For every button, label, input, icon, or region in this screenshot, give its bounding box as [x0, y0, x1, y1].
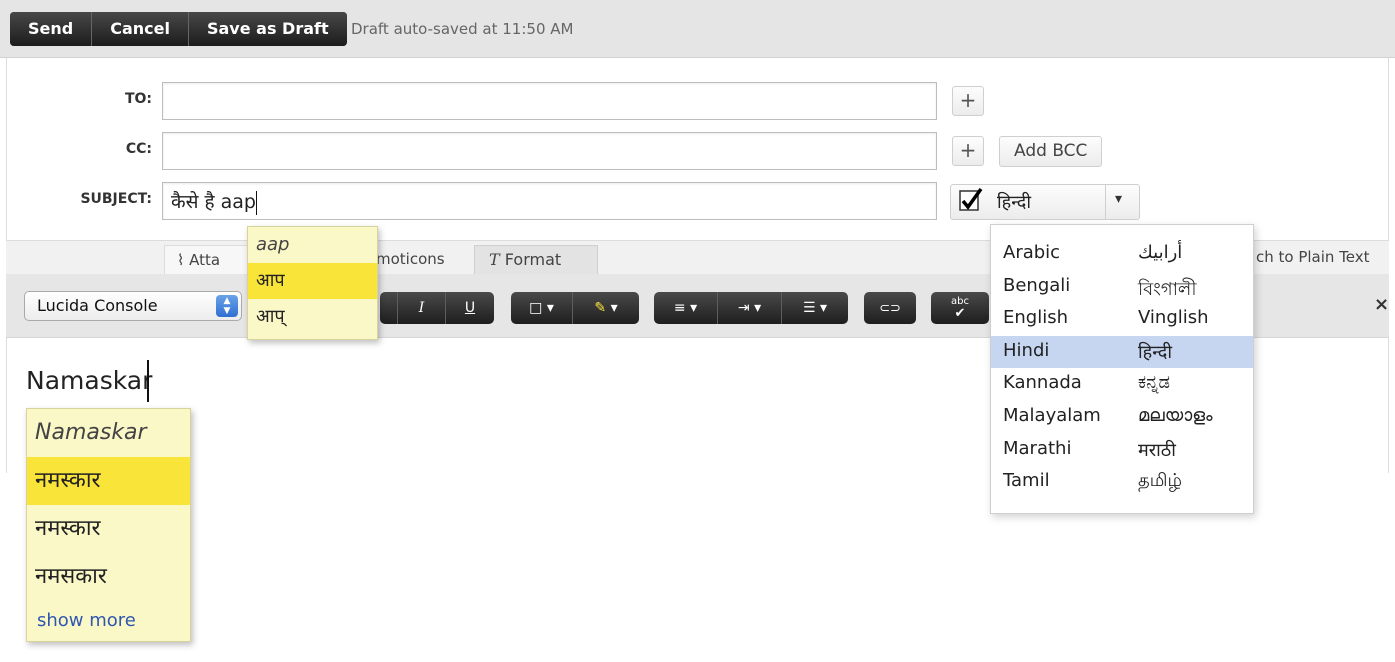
font-select[interactable]: Lucida Console ▲ ▼	[24, 291, 242, 321]
align-icon: ≡	[673, 300, 686, 316]
language-native-name: मराठी	[1138, 439, 1176, 461]
suggestion-item[interactable]: नमसकार	[27, 553, 190, 601]
tab-attach-label: Atta	[189, 251, 221, 269]
body-suggestion-popup: Namaskar नमस्कार नमस्कार नमसकार show mor…	[26, 408, 191, 642]
subject-field[interactable]: कैसे है aap	[162, 182, 937, 220]
language-option-english[interactable]: English Vinglish	[991, 303, 1253, 336]
to-add-contact-button[interactable]: +	[952, 86, 984, 116]
spellcheck-button[interactable]: abc ✔	[931, 292, 989, 324]
cc-add-contact-button[interactable]: +	[952, 136, 984, 166]
save-draft-button[interactable]: Save as Draft	[188, 12, 347, 46]
language-native-name: বিংগালী	[1138, 278, 1197, 300]
suggestion-item[interactable]: aap	[248, 227, 377, 263]
suggestion-item[interactable]: आप्	[248, 299, 377, 335]
subject-caret	[255, 190, 257, 215]
italic-button[interactable]: I	[398, 292, 446, 324]
tab-format-label: Format	[504, 250, 562, 269]
body-caret	[147, 360, 149, 402]
subject-label: SUBJECT:	[80, 191, 152, 207]
suggestion-item[interactable]: नमस्कार	[27, 505, 190, 553]
suggestion-item[interactable]: आप	[248, 263, 377, 299]
language-option-tamil[interactable]: Tamil தமிழ்	[991, 466, 1253, 499]
language-native-name: أرابيك	[1138, 242, 1183, 263]
align-button[interactable]: ≡ ▾	[654, 292, 718, 324]
list-button[interactable]: ☰ ▾	[782, 292, 848, 324]
cc-label: CC:	[125, 141, 152, 157]
language-name: English	[1003, 307, 1068, 329]
language-native-name: മലയാളം	[1138, 404, 1213, 426]
language-toggle[interactable]: हिन्दी ▾	[950, 184, 1140, 220]
subject-text: कैसे है aap	[171, 191, 256, 213]
language-option-kannada[interactable]: Kannada ಕನ್ನಡ	[991, 368, 1253, 401]
tab-attach[interactable]: ⌇ Atta	[164, 245, 254, 275]
text-color-button[interactable]: □ ▾	[511, 292, 573, 324]
check-icon[interactable]	[959, 187, 983, 213]
indent-icon: ⇥	[737, 300, 750, 316]
language-option-bengali[interactable]: Bengali বিংগালী	[991, 271, 1253, 304]
language-native-name: தமிழ்	[1138, 470, 1182, 492]
suggestion-item[interactable]: नमस्कार	[27, 457, 190, 505]
language-name: Malayalam	[1003, 404, 1101, 426]
add-bcc-button[interactable]: Add BCC	[999, 136, 1103, 167]
language-name: Marathi	[1003, 437, 1072, 459]
language-native-name: Vinglish	[1138, 307, 1209, 329]
to-label: TO:	[124, 91, 152, 107]
paragraph-group: ≡ ▾ ⇥ ▾ ☰ ▾	[654, 292, 848, 324]
list-icon: ☰	[802, 300, 816, 316]
color-group: □ ▾ ✎ ▾	[511, 292, 639, 324]
bold-button[interactable]	[380, 292, 398, 324]
current-language: हिन्दी	[997, 192, 1032, 213]
select-arrows-icon: ▲ ▼	[216, 295, 238, 317]
link-button[interactable]: ⊂⊃	[864, 292, 916, 324]
language-option-hindi[interactable]: Hindi हिन्दी	[991, 335, 1253, 369]
square-icon: □	[529, 300, 543, 316]
chevron-down-icon[interactable]: ▾	[1115, 191, 1122, 207]
check-mark-icon: ✔	[954, 306, 966, 321]
language-name: Arabic	[1003, 242, 1061, 263]
highlighter-icon: ✎	[594, 300, 607, 316]
link-icon: ⊂⊃	[879, 300, 901, 316]
message-body[interactable]: Namaskar	[26, 366, 152, 395]
tab-emoticons[interactable]: moticons	[376, 245, 445, 275]
toggle-divider	[1105, 185, 1106, 219]
format-icon: T	[489, 250, 500, 269]
cancel-button[interactable]: Cancel	[92, 12, 189, 46]
action-bar: Send Cancel Save as Draft Draft auto-sav…	[0, 0, 1395, 58]
underline-button[interactable]: U	[446, 292, 494, 324]
language-name: Kannada	[1003, 372, 1082, 394]
indent-button[interactable]: ⇥ ▾	[718, 292, 782, 324]
paperclip-icon: ⌇	[177, 251, 185, 269]
cc-field[interactable]	[162, 132, 937, 170]
language-option-arabic[interactable]: Arabic أرابيك	[991, 238, 1253, 271]
show-more-link[interactable]: show more	[27, 601, 190, 641]
send-button[interactable]: Send	[10, 12, 93, 46]
tab-format[interactable]: T Format	[474, 245, 598, 275]
switch-to-plain-text-link[interactable]: ch to Plain Text	[1256, 248, 1370, 266]
language-name: Hindi	[1003, 339, 1050, 361]
close-icon[interactable]: ×	[1374, 294, 1389, 315]
language-name: Bengali	[1003, 274, 1071, 296]
language-option-malayalam[interactable]: Malayalam മലയാളം	[991, 401, 1253, 434]
highlight-button[interactable]: ✎ ▾	[573, 292, 639, 324]
font-select-value: Lucida Console	[37, 296, 158, 315]
language-name: Tamil	[1003, 470, 1050, 492]
draft-status: Draft auto-saved at 11:50 AM	[351, 20, 574, 38]
action-buttons: Send Cancel Save as Draft	[10, 12, 347, 46]
to-field[interactable]	[162, 82, 937, 120]
text-style-group: I U	[380, 292, 494, 324]
language-native-name: हिन्दी	[1138, 341, 1173, 363]
language-option-marathi[interactable]: Marathi मराठी	[991, 434, 1253, 467]
language-menu: Arabic أرابيك Bengali বিংগালী English Vi…	[990, 224, 1254, 514]
language-native-name: ಕನ್ನಡ	[1138, 372, 1171, 394]
subject-suggestion-popup: aap आप आप्	[247, 226, 378, 340]
suggestion-item[interactable]: Namaskar	[27, 409, 190, 457]
